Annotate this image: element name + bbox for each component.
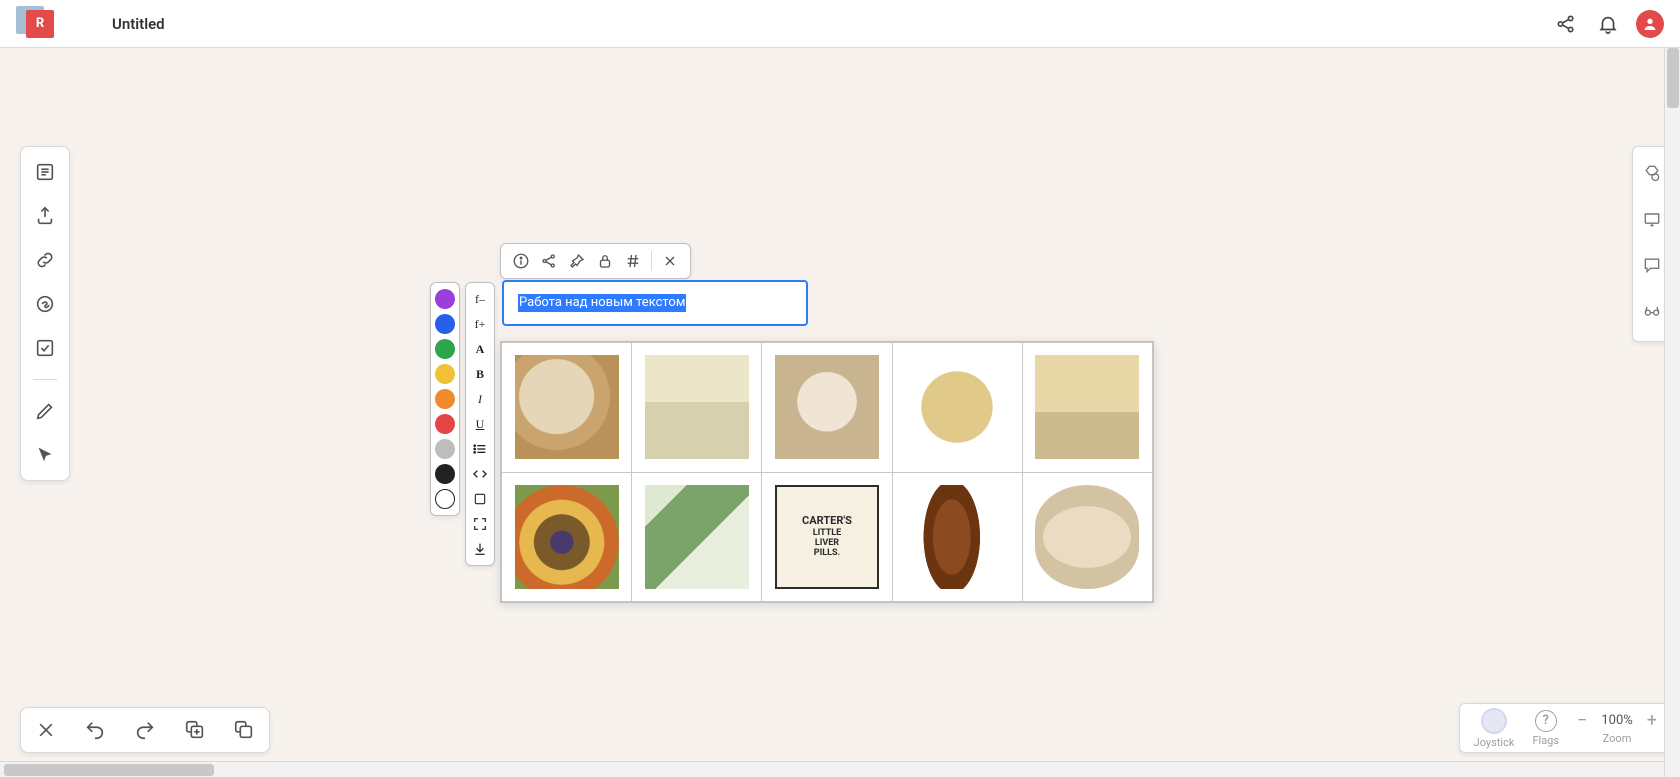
thumb-7-line1: CARTER'S [802, 515, 852, 528]
swatch-gray[interactable] [435, 439, 455, 459]
redo-icon[interactable] [132, 717, 158, 743]
copy-icon[interactable] [231, 717, 257, 743]
flags-control[interactable]: ? Flags [1532, 710, 1559, 747]
comment-icon[interactable] [1640, 253, 1664, 277]
swatch-yellow[interactable] [435, 364, 455, 384]
separator [651, 251, 652, 271]
zoom-out-button[interactable]: − [1577, 712, 1587, 730]
thumb-7[interactable]: CARTER'S LITTLE LIVER PILLS. [775, 485, 879, 589]
topbar: R Untitled [0, 0, 1680, 48]
share-icon[interactable] [1552, 10, 1580, 38]
info-icon[interactable] [509, 249, 533, 273]
swatch-black[interactable] [435, 464, 455, 484]
zoom-value: 100% [1601, 713, 1632, 728]
joystick-label: Joystick [1474, 736, 1515, 749]
status-bar: Joystick ? Flags − 100% + Zoom [1459, 703, 1672, 753]
image-grid[interactable]: CARTER'S LITTLE LIVER PILLS. [500, 341, 1154, 603]
separator [33, 379, 57, 380]
text-format-palette: f– f+ A B I U [465, 282, 495, 566]
zoom-label: Zoom [1603, 732, 1632, 745]
checkbox-icon[interactable] [32, 335, 58, 361]
thumb-2[interactable] [775, 355, 879, 459]
vertical-scrollbar[interactable] [1664, 48, 1680, 777]
thumb-9[interactable] [1035, 485, 1139, 589]
document-title[interactable]: Untitled [112, 15, 165, 33]
hash-icon[interactable] [621, 249, 645, 273]
bell-icon[interactable] [1594, 10, 1622, 38]
user-avatar[interactable] [1636, 10, 1664, 38]
font-family-button[interactable]: A [469, 339, 491, 359]
presentation-icon[interactable] [1640, 207, 1664, 231]
duplicate-add-icon[interactable] [182, 717, 208, 743]
pin-icon[interactable] [565, 249, 589, 273]
grid-table: CARTER'S LITTLE LIVER PILLS. [501, 342, 1153, 602]
zoom-in-button[interactable]: + [1647, 712, 1657, 730]
sketch-icon[interactable] [32, 291, 58, 317]
close-icon[interactable] [658, 249, 682, 273]
undo-icon[interactable] [82, 717, 108, 743]
pencil-icon[interactable] [32, 398, 58, 424]
cancel-icon[interactable] [33, 717, 59, 743]
font-decrease-button[interactable]: f– [469, 289, 491, 309]
left-toolbar [20, 146, 70, 481]
thumb-4[interactable] [1035, 355, 1139, 459]
glasses-icon[interactable] [1640, 299, 1664, 323]
list-button[interactable] [469, 439, 491, 459]
swatch-purple[interactable] [435, 289, 455, 309]
context-toolbar [500, 243, 691, 279]
link-icon[interactable] [32, 247, 58, 273]
code-button[interactable] [469, 464, 491, 484]
joystick-control[interactable]: Joystick [1474, 708, 1515, 749]
thumb-7-line2: LITTLE [813, 528, 842, 538]
swatch-blue[interactable] [435, 314, 455, 334]
thumb-8[interactable] [905, 485, 1009, 589]
swatch-orange[interactable] [435, 389, 455, 409]
underline-button[interactable]: U [469, 414, 491, 434]
text-node-content[interactable]: Работа над новым текстом [518, 294, 686, 312]
upload-icon[interactable] [32, 203, 58, 229]
text-node[interactable]: Работа над новым текстом [502, 280, 808, 326]
italic-button[interactable]: I [469, 389, 491, 409]
swatch-none[interactable] [435, 489, 455, 509]
thumb-3[interactable] [905, 355, 1009, 459]
thumb-1[interactable] [645, 355, 749, 459]
thumb-7-line3: LIVER [815, 538, 839, 548]
zoom-control: − 100% + Zoom [1577, 712, 1657, 745]
app-logo[interactable]: R [16, 10, 54, 38]
logo-badge: R [26, 10, 54, 38]
color-palette [430, 282, 460, 516]
help-icon: ? [1535, 710, 1557, 732]
lock-icon[interactable] [593, 249, 617, 273]
note-icon[interactable] [32, 159, 58, 185]
canvas[interactable]: f– f+ A B I U Работа над новым текстом [0, 48, 1680, 777]
horizontal-scroll-thumb[interactable] [4, 764, 214, 776]
clear-button[interactable] [469, 489, 491, 509]
swatch-green[interactable] [435, 339, 455, 359]
expand-icon[interactable] [469, 514, 491, 534]
thumb-6[interactable] [645, 485, 749, 589]
flags-label: Flags [1532, 734, 1559, 747]
pointer-icon[interactable] [32, 442, 58, 468]
thumb-7-line4: PILLS. [814, 548, 840, 558]
download-icon[interactable] [469, 539, 491, 559]
bottom-toolbar [20, 707, 270, 753]
thumb-5[interactable] [515, 485, 619, 589]
thumb-0[interactable] [515, 355, 619, 459]
shapes-icon[interactable] [1640, 161, 1664, 185]
bold-button[interactable]: B [469, 364, 491, 384]
swatch-red[interactable] [435, 414, 455, 434]
font-increase-button[interactable]: f+ [469, 314, 491, 334]
horizontal-scrollbar[interactable] [0, 761, 1664, 777]
share-small-icon[interactable] [537, 249, 561, 273]
vertical-scroll-thumb[interactable] [1667, 48, 1679, 108]
joystick-icon [1481, 708, 1507, 734]
